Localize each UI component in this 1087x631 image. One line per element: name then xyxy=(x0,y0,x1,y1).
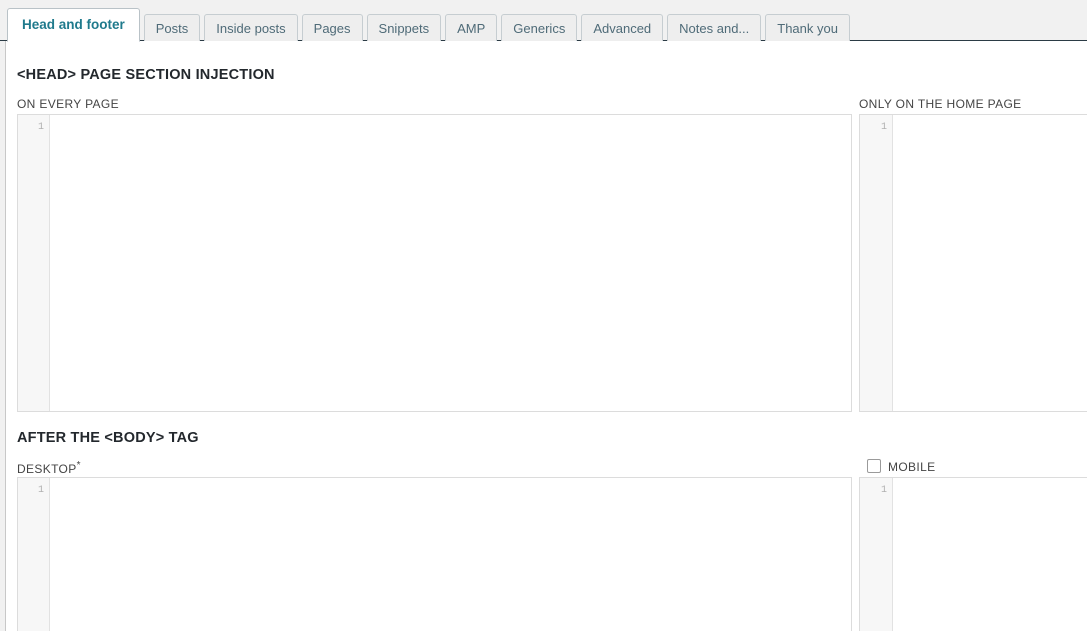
code-editor-desktop[interactable]: 1 xyxy=(17,477,852,631)
editor-code-area[interactable] xyxy=(894,478,1087,631)
editor-line-number: 1 xyxy=(880,485,887,496)
tab-label: Thank you xyxy=(777,21,838,36)
tab-label: Snippets xyxy=(378,21,430,36)
tab-list: Head and footer Posts Inside posts Pages… xyxy=(7,7,854,42)
tab-label: Head and footer xyxy=(22,17,125,32)
tab-label: Notes and... xyxy=(679,21,750,36)
tab-label: Pages xyxy=(313,21,351,36)
tab-generics[interactable]: Generics xyxy=(501,14,578,41)
field-label-only-on-home-page: ONLY ON THE HOME PAGE xyxy=(859,97,1022,111)
tab-pages[interactable]: Pages xyxy=(301,14,363,41)
tab-inside-posts[interactable]: Inside posts xyxy=(204,14,298,41)
tab-bar: Head and footer Posts Inside posts Pages… xyxy=(0,0,1087,42)
plugin-settings-page: Head and footer Posts Inside posts Pages… xyxy=(0,0,1087,631)
tab-label: Inside posts xyxy=(216,21,286,36)
tab-amp[interactable]: AMP xyxy=(445,14,498,41)
editor-line-number: 1 xyxy=(37,122,44,133)
section-title-after-body-tag: AFTER THE <BODY> TAG xyxy=(17,430,199,446)
tab-label: AMP xyxy=(457,21,486,36)
tab-label: Generics xyxy=(513,21,566,36)
required-marker: * xyxy=(76,460,81,471)
field-label-desktop: DESKTOP* xyxy=(17,460,81,476)
editor-gutter: 1 xyxy=(18,478,50,631)
editor-gutter: 1 xyxy=(860,115,893,411)
code-editor-on-every-page[interactable]: 1 xyxy=(17,114,852,412)
mobile-checkbox[interactable] xyxy=(867,459,881,473)
tab-notes-and[interactable]: Notes and... xyxy=(667,14,762,41)
code-editor-only-on-home-page[interactable]: 1 xyxy=(859,114,1087,412)
editor-code-area[interactable] xyxy=(894,115,1087,411)
editor-code-area[interactable] xyxy=(51,115,851,411)
tab-head-and-footer[interactable]: Head and footer xyxy=(7,8,140,42)
field-label-desktop-text: DESKTOP xyxy=(17,462,77,476)
editor-line-number: 1 xyxy=(37,485,44,496)
field-label-mobile: MOBILE xyxy=(888,460,936,474)
section-title-head-injection: <HEAD> PAGE SECTION INJECTION xyxy=(17,67,275,83)
editor-line-number: 1 xyxy=(880,122,887,133)
code-editor-mobile[interactable]: 1 xyxy=(859,477,1087,631)
tab-thank-you[interactable]: Thank you xyxy=(765,14,850,41)
tab-panel-head-and-footer: <HEAD> PAGE SECTION INJECTION ON EVERY P… xyxy=(6,41,1087,631)
tab-posts[interactable]: Posts xyxy=(143,14,201,41)
tab-snippets[interactable]: Snippets xyxy=(366,14,442,41)
tab-advanced[interactable]: Advanced xyxy=(581,14,664,41)
editor-code-area[interactable] xyxy=(51,478,851,631)
editor-gutter: 1 xyxy=(18,115,50,411)
tab-label: Posts xyxy=(155,21,189,36)
editor-gutter: 1 xyxy=(860,478,893,631)
field-label-on-every-page: ON EVERY PAGE xyxy=(17,97,119,111)
tab-label: Advanced xyxy=(593,21,652,36)
